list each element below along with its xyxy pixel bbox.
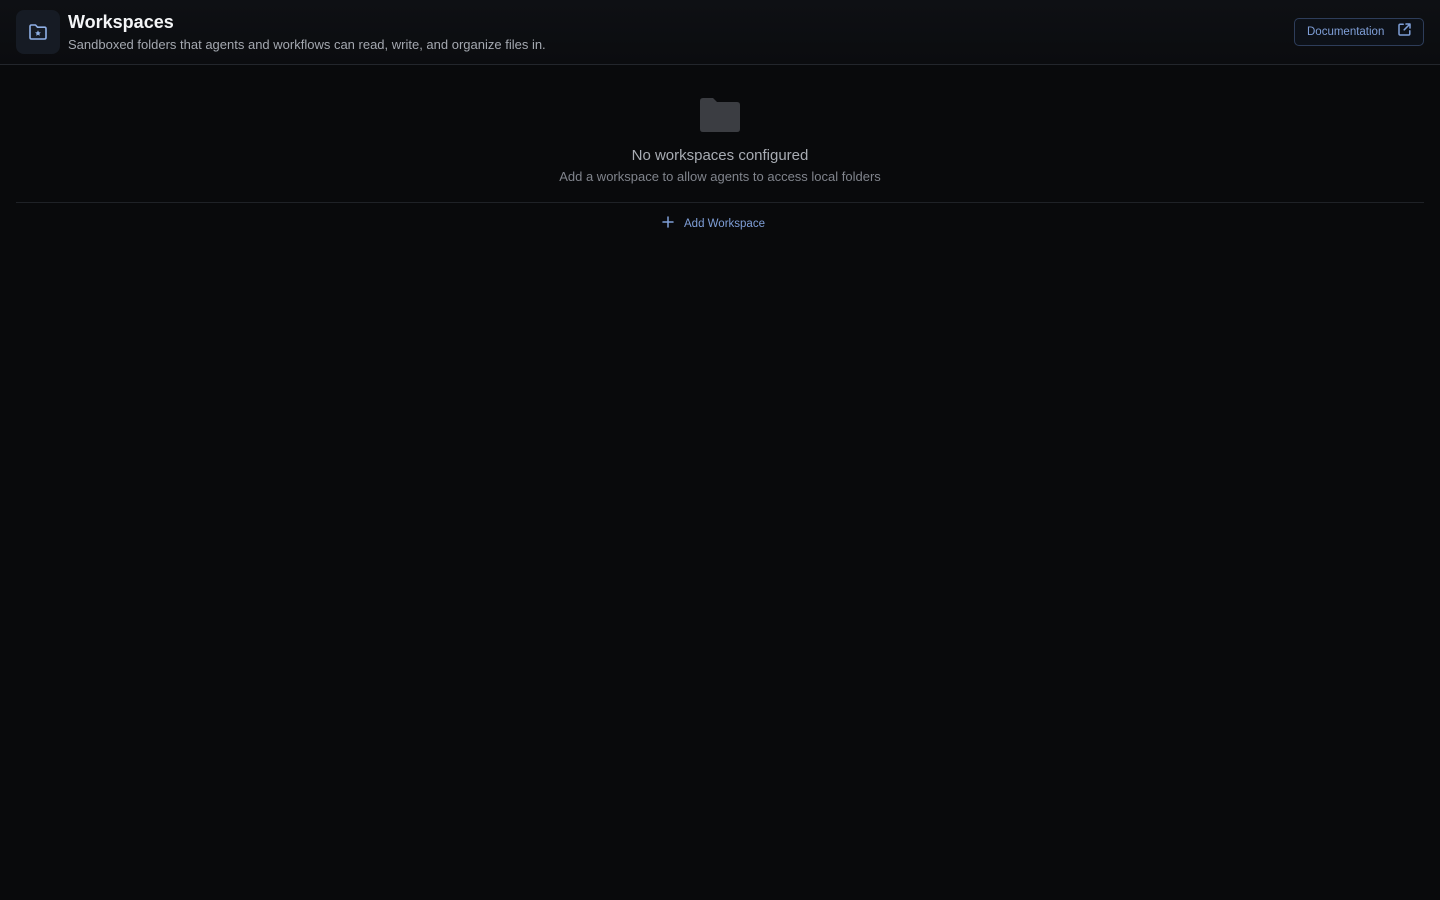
empty-state-description: Add a workspace to allow agents to acces…: [559, 169, 881, 184]
page-title: Workspaces: [68, 12, 174, 32]
divider: [16, 202, 1424, 203]
documentation-button[interactable]: Documentation: [1294, 18, 1424, 46]
add-workspace-button[interactable]: Add Workspace: [662, 213, 765, 235]
add-workspace-label: Add Workspace: [684, 218, 765, 230]
page-subtitle: Sandboxed folders that agents and workfl…: [68, 37, 546, 52]
documentation-label: Documentation: [1307, 26, 1385, 38]
plus-icon: [662, 215, 674, 233]
folder-star-icon: [16, 10, 60, 54]
empty-state: No workspaces configured Add a workspace…: [0, 97, 1440, 185]
external-link-icon: [1397, 22, 1412, 42]
folder-icon: [700, 98, 740, 132]
empty-state-title: No workspaces configured: [631, 147, 809, 164]
page-header: Workspaces Sandboxed folders that agents…: [0, 0, 1440, 65]
